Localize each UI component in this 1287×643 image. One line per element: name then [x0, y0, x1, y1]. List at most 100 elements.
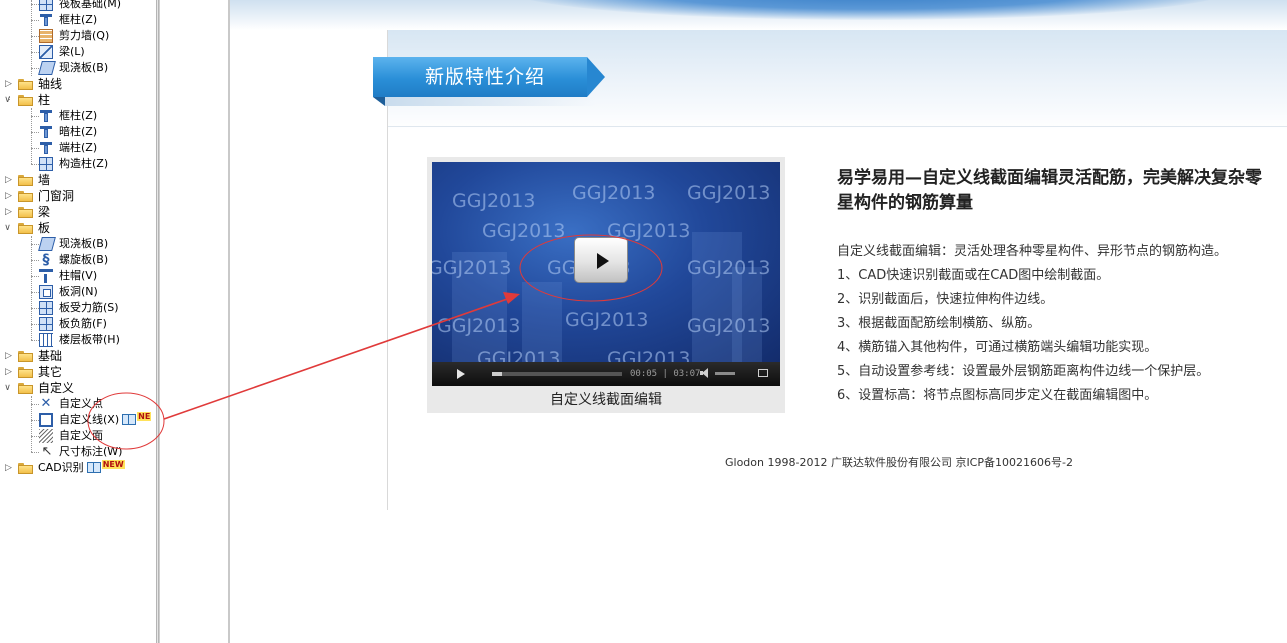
video-watermark: GGJ2013 [477, 348, 561, 362]
tree-item-label: 门窗洞 [38, 189, 75, 203]
section-banner: 新版特性介绍 [373, 57, 605, 106]
beam-icon [39, 45, 53, 59]
banner-title: 新版特性介绍 [425, 66, 546, 88]
collapse-icon[interactable]: ∨ [3, 380, 12, 396]
folder-open-icon [18, 95, 33, 106]
frame-column-icon [40, 13, 52, 27]
description-line: 自定义线截面编辑：灵活处理各种零星构件、异形节点的钢筋构造。 [837, 244, 1228, 259]
folder-icon [18, 191, 33, 202]
description-line: 1、CAD快速识别截面或在CAD图中绘制截面。 [837, 268, 1110, 283]
video-caption: 自定义线截面编辑 [550, 392, 662, 408]
tree-item-label: 基础 [38, 349, 63, 363]
folder-icon [18, 175, 33, 186]
raft-foundation-icon [39, 0, 53, 11]
tree-item-label: 轴线 [38, 77, 63, 91]
tree-item-label: 柱 [38, 93, 51, 107]
dimension-icon: ↖ [41, 444, 53, 459]
tree-item-label: 尺寸标注(W) [59, 445, 123, 458]
tree-item-label: 框柱(Z) [59, 13, 98, 26]
description-line: 4、横筋锚入其他构件，可通过横筋端头编辑功能实现。 [837, 340, 1158, 355]
tree-item-label: 自定义线(X) [59, 413, 120, 426]
feature-headline: 易学易用—自定义线截面编辑灵活配筋，完美解决复杂零星构件的钢筋算量 [837, 168, 1262, 213]
tree-item-label: 筏板基础(M) [59, 0, 122, 10]
shear-wall-icon [39, 29, 53, 43]
slab-negative-rebar-icon [39, 317, 53, 331]
tree-item-label: 梁(L) [59, 45, 85, 58]
expand-icon[interactable]: ▷ [4, 348, 13, 364]
tree-item-label: 自定义 [38, 381, 75, 395]
play-button[interactable] [574, 237, 628, 283]
collapse-icon[interactable]: ∨ [3, 92, 12, 108]
video-time: 00:05 | 03:07 [630, 369, 701, 379]
tree-item-label: 现浇板(B) [59, 61, 109, 74]
video-watermark: GGJ2013 [572, 182, 656, 204]
video-watermark: GGJ2013 [687, 315, 771, 337]
construction-column-icon [39, 157, 53, 171]
new-feature-icon [86, 462, 101, 473]
description-line: 2、识别截面后，快速拉伸构件边线。 [837, 292, 1054, 307]
video-screen[interactable]: GGJ2013 GGJ2013 GGJ2013 GGJ2013 GGJ2013 … [432, 162, 780, 362]
tree-item-label: 梁 [38, 205, 51, 219]
video-watermark: GGJ2013 [482, 220, 566, 242]
tree-item-label: 自定义点 [59, 397, 103, 410]
tree-item-label: 端柱(Z) [59, 141, 98, 154]
video-watermark: GGJ2013 [687, 257, 771, 279]
video-player[interactable]: GGJ2013 GGJ2013 GGJ2013 GGJ2013 GGJ2013 … [427, 157, 785, 413]
collapse-icon[interactable]: ∨ [3, 220, 12, 236]
expand-icon[interactable]: ▷ [4, 460, 13, 476]
tree-item-label: 构造柱(Z) [59, 157, 109, 170]
tree-item-label: 暗柱(Z) [59, 125, 98, 138]
custom-face-icon [39, 429, 53, 443]
folder-open-icon [18, 383, 33, 394]
seek-bar[interactable] [492, 372, 622, 376]
tree-item-label: 其它 [38, 365, 63, 379]
end-column-icon [40, 141, 52, 155]
video-controls: 00:05 | 03:07 [432, 362, 780, 386]
play-icon[interactable] [457, 369, 465, 379]
expand-icon[interactable]: ▷ [4, 76, 13, 92]
property-panel [159, 0, 229, 643]
divider [388, 126, 1287, 127]
volume-icon[interactable] [700, 368, 708, 378]
column-cap-icon [39, 269, 53, 283]
component-tree[interactable]: 筏板基础(M) 框柱(Z) 剪力墙(Q) 梁(L) 现浇板(B) ▷ 轴线 ∨ … [0, 0, 156, 643]
tree-item-label: 螺旋板(B) [59, 253, 109, 266]
feature-description: 自定义线截面编辑：灵活处理各种零星构件、异形节点的钢筋构造。 1、CAD快速识别… [837, 240, 1277, 408]
slab-hole-icon [39, 285, 53, 299]
expand-icon[interactable]: ▷ [4, 204, 13, 220]
tree-item-label: 板受力筋(S) [59, 301, 119, 314]
frame-column-icon [40, 109, 52, 123]
fullscreen-icon[interactable] [758, 369, 768, 377]
folder-icon [18, 207, 33, 218]
tree-item-label: 墙 [38, 173, 51, 187]
header-band [230, 0, 1287, 30]
tree-item-label: 剪力墙(Q) [59, 29, 110, 42]
custom-point-icon: ✕ [40, 396, 52, 411]
description-line: 3、根据截面配筋绘制横筋、纵筋。 [837, 316, 1041, 331]
feature-intro-page: 新版特性介绍 GGJ2013 GGJ2013 GGJ2013 GGJ2013 G… [230, 0, 1287, 643]
custom-line-icon [39, 413, 53, 427]
volume-slider[interactable] [715, 372, 735, 375]
new-feature-icon [122, 414, 137, 425]
slab-rebar-icon [39, 301, 53, 315]
expand-icon[interactable]: ▷ [4, 172, 13, 188]
floor-band-icon [39, 333, 53, 347]
tree-item-label: 板负筋(F) [59, 317, 107, 330]
cast-slab-icon [38, 61, 56, 75]
tree-item-label: 现浇板(B) [59, 237, 109, 250]
cast-slab-icon [38, 237, 56, 251]
new-badge: NEW [101, 460, 125, 469]
folder-icon [18, 463, 33, 474]
video-watermark: GGJ2013 [432, 257, 512, 279]
expand-icon[interactable]: ▷ [4, 188, 13, 204]
tree-guide [31, 0, 32, 76]
video-watermark: GGJ2013 [452, 190, 536, 212]
tree-item-label-group: CAD识别 NEW [38, 460, 125, 476]
folder-icon [18, 367, 33, 378]
folder-open-icon [18, 223, 33, 234]
description-line: 5、自动设置参考线：设置最外层钢筋距离构件边线一个保护层。 [837, 364, 1210, 379]
expand-icon[interactable]: ▷ [4, 364, 13, 380]
tree-item-label: 框柱(Z) [59, 109, 98, 122]
tree-item-label: 自定义面 [59, 429, 103, 442]
new-badge: NE [137, 412, 152, 421]
